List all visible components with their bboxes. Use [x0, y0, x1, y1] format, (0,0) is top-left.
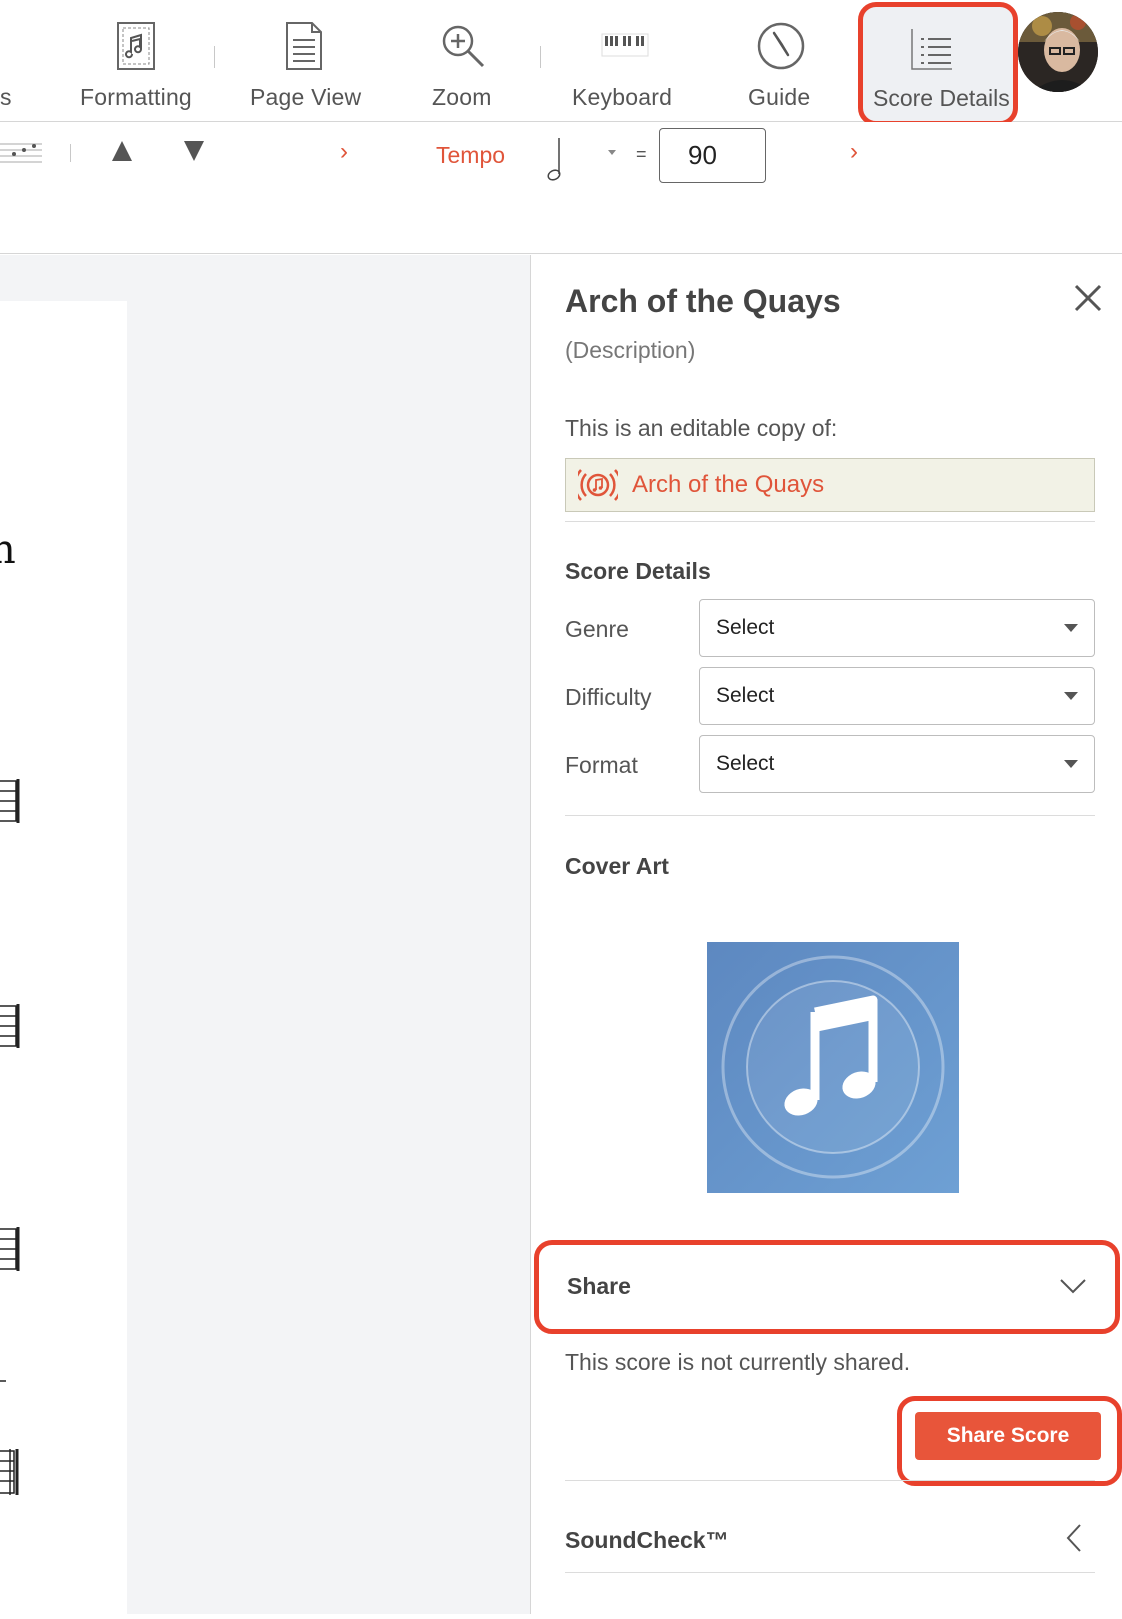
genre-select[interactable]: Select [699, 599, 1095, 657]
list-icon [909, 27, 955, 76]
piano-keys-icon [595, 18, 655, 74]
main-toolbar: s Formatting Page View Zoom Keyboard Gui… [0, 0, 1122, 126]
avatar[interactable] [1018, 12, 1098, 92]
score-title[interactable]: Arch of the Quays [565, 283, 841, 320]
chevron-right-icon[interactable]: › [340, 138, 348, 166]
score-workspace: n [0, 255, 530, 1614]
half-note-icon[interactable] [546, 136, 564, 187]
difficulty-select[interactable]: Select [699, 667, 1095, 725]
cover-art-heading: Cover Art [565, 853, 669, 879]
format-label: Format [565, 752, 638, 778]
divider [565, 1572, 1095, 1573]
chevron-down-icon [1064, 692, 1078, 700]
document-icon [274, 18, 334, 74]
notation-subbar: › Tempo = › [0, 122, 1122, 254]
toolbar-guide[interactable]: Guide [736, 0, 826, 120]
toolbar-item-label: Page View [250, 84, 362, 110]
genre-select-value: Select [716, 616, 775, 639]
difficulty-label: Difficulty [565, 684, 652, 710]
triangle-down-icon[interactable] [183, 140, 205, 167]
toolbar-keyboard[interactable]: Keyboard [570, 0, 680, 120]
note-value-dropdown-icon[interactable] [608, 150, 616, 155]
toolbar-item-label: Zoom [432, 84, 492, 110]
genre-label: Genre [565, 616, 629, 642]
chevron-down-icon [1064, 624, 1078, 632]
editable-copy-label: This is an editable copy of: [565, 415, 838, 441]
toolbar-item-label: s [0, 84, 12, 110]
score-details-heading: Score Details [565, 558, 711, 584]
triangle-up-icon[interactable] [111, 140, 133, 167]
difficulty-select-value: Select [716, 684, 775, 707]
music-note-icon [721, 955, 945, 1179]
tempo-input[interactable] [659, 128, 766, 183]
toolbar-zoom[interactable]: Zoom [418, 0, 508, 120]
source-score-title: Arch of the Quays [632, 471, 825, 498]
share-score-button[interactable]: Share Score [915, 1412, 1101, 1460]
format-select-value: Select [716, 752, 775, 775]
divider [214, 46, 215, 68]
divider [565, 1480, 1095, 1481]
chevron-left-icon[interactable] [1065, 1523, 1083, 1558]
divider [540, 46, 541, 68]
share-heading: Share [567, 1273, 631, 1299]
pen-icon [0, 18, 10, 74]
score-details-panel: Arch of the Quays (Description) This is … [530, 255, 1122, 1614]
divider [565, 521, 1095, 522]
cover-art-image[interactable] [707, 942, 959, 1193]
staff-thumbnail-icon[interactable] [0, 138, 44, 173]
compass-icon [751, 18, 811, 74]
chevron-down-icon [1064, 760, 1078, 768]
toolbar-item-partial[interactable]: s [0, 0, 20, 120]
toolbar-item-label: Keyboard [572, 84, 673, 110]
format-select[interactable]: Select [699, 735, 1095, 793]
divider [70, 144, 71, 162]
toolbar-item-label: Score Details [873, 85, 1010, 111]
share-section-toggle[interactable]: Share [534, 1240, 1120, 1334]
toolbar-item-label: Formatting [80, 84, 192, 110]
chevron-down-icon [1060, 1279, 1086, 1294]
tempo-equals: = [636, 144, 647, 164]
svg-text:n: n [0, 527, 16, 573]
divider [565, 815, 1095, 816]
music-page-icon [106, 18, 166, 74]
chevron-right-icon[interactable]: › [850, 138, 858, 166]
soundcheck-heading[interactable]: SoundCheck™ [565, 1527, 729, 1554]
zoom-in-icon [433, 18, 493, 74]
toolbar-formatting[interactable]: Formatting [76, 0, 196, 120]
score-page[interactable]: n [0, 301, 127, 1614]
tempo-label: Tempo [436, 142, 506, 168]
toolbar-score-details[interactable]: Score Details [858, 2, 1018, 126]
toolbar-item-label: Guide [748, 84, 811, 110]
toolbar-page-view[interactable]: Page View [244, 0, 364, 120]
close-icon[interactable] [1071, 281, 1105, 315]
source-score-link[interactable]: Arch of the Quays [565, 458, 1095, 512]
score-description[interactable]: (Description) [565, 337, 695, 364]
music-broadcast-icon [578, 468, 618, 502]
share-status-text: This score is not currently shared. [565, 1349, 911, 1375]
